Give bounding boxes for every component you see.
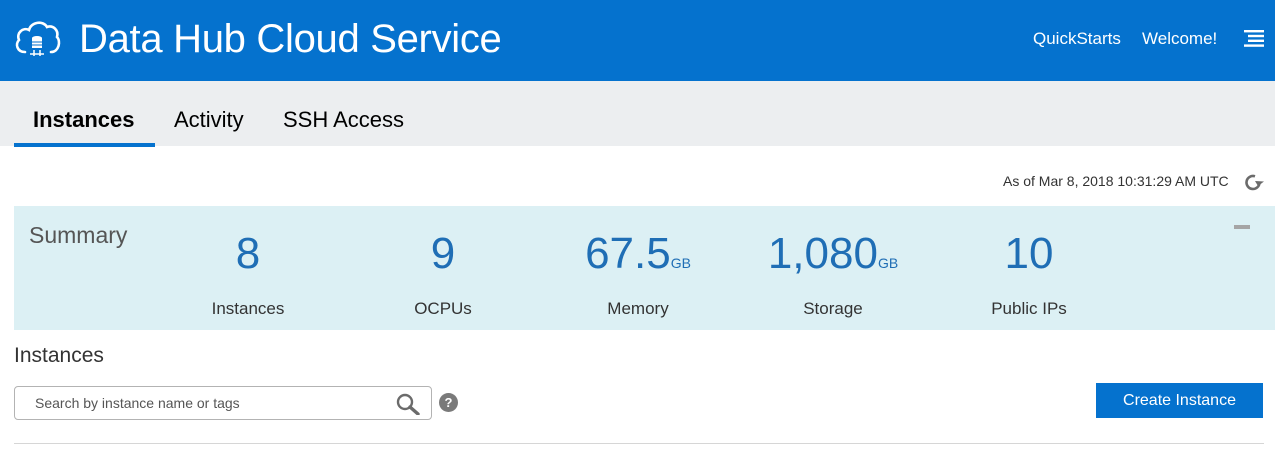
search-input[interactable] (35, 387, 395, 419)
last-updated-timestamp: As of Mar 8, 2018 10:31:29 AM UTC (1003, 173, 1229, 189)
metric-label: OCPUs (414, 299, 472, 318)
quickstarts-link[interactable]: QuickStarts (1033, 28, 1121, 50)
divider (14, 443, 1264, 444)
tab-activity[interactable]: Activity (174, 103, 244, 137)
summary-title: Summary (29, 222, 128, 248)
help-icon[interactable]: ? (439, 393, 458, 412)
active-tab-indicator (14, 143, 155, 147)
search-box (14, 386, 432, 420)
metric-label: Public IPs (991, 299, 1067, 318)
metric-storage: 1,080GB Storage (733, 228, 933, 320)
search-icon[interactable] (396, 393, 420, 415)
instances-section-title: Instances (14, 344, 104, 367)
metric-value: 9 (430, 229, 456, 278)
metric-label: Memory (607, 299, 669, 318)
summary-panel: Summary 8 Instances 9 OCPUs 67.5GB Memor… (14, 206, 1275, 330)
metric-value: 67.5GB (585, 229, 691, 278)
metric-value: 8 (235, 229, 261, 278)
metric-public-ips: 10 Public IPs (929, 228, 1129, 320)
create-instance-button[interactable]: Create Instance (1096, 383, 1263, 418)
hamburger-menu-icon[interactable] (1244, 30, 1264, 47)
metric-value: 10 (1004, 229, 1054, 278)
refresh-icon[interactable] (1243, 173, 1264, 192)
metric-label: Storage (803, 299, 863, 318)
metric-instances: 8 Instances (148, 228, 348, 320)
app-title: Data Hub Cloud Service (79, 17, 502, 61)
minus-icon[interactable] (1234, 225, 1250, 229)
tab-ssh-access[interactable]: SSH Access (283, 103, 404, 137)
tab-instances[interactable]: Instances (33, 103, 135, 137)
welcome-user-menu[interactable]: Welcome! (1142, 28, 1217, 50)
metric-memory: 67.5GB Memory (538, 228, 738, 320)
app-header: Data Hub Cloud Service QuickStarts Welco… (0, 0, 1275, 81)
metric-ocpus: 9 OCPUs (343, 228, 543, 320)
cloud-database-icon (15, 21, 61, 56)
svg-text:?: ? (445, 395, 453, 410)
metric-value: 1,080GB (767, 229, 899, 278)
tab-bar: Instances Activity SSH Access (0, 81, 1275, 147)
metric-label: Instances (211, 299, 285, 318)
